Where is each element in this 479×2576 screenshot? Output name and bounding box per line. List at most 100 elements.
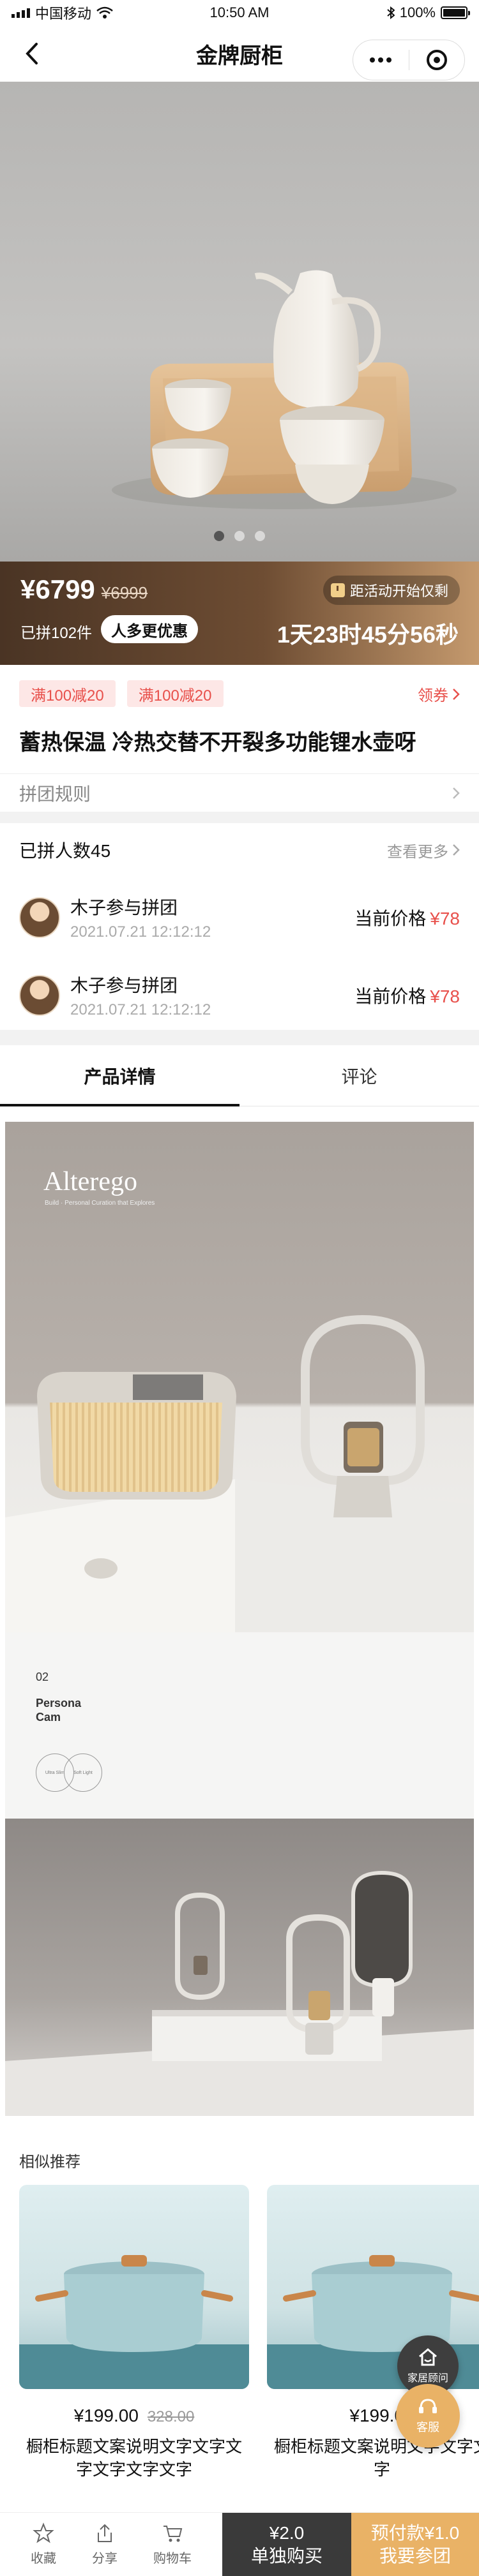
chevron-right-icon: [453, 787, 460, 799]
countdown-label-text: 距活动开始仅剩: [349, 583, 448, 599]
member-price-value: ¥78: [430, 986, 460, 1006]
share-icon: [98, 2524, 112, 2542]
card-description: 橱柜标题文案说明文字文字文字: [273, 2437, 479, 2479]
customer-service-label: 客服: [416, 2421, 439, 2434]
signal-icon: [11, 8, 30, 18]
clock-icon: [330, 583, 345, 597]
target-icon: [426, 50, 447, 70]
product-image: [19, 2185, 249, 2389]
member-price: 当前价格 ¥78: [354, 905, 460, 930]
avatar: [19, 975, 60, 1016]
back-button[interactable]: [18, 40, 46, 68]
chevron-left-icon: [26, 43, 38, 64]
feature-circle: Soft Light: [64, 1753, 102, 1792]
list-item: 木子参与拼团 2021.07.21 12:12:12 当前价格 ¥78: [19, 886, 460, 949]
coupon-tag[interactable]: 满100减20: [19, 680, 116, 707]
similar-recommendations: 相似推荐 ¥199.00 328.00 橱柜标题文案说明文字文字文字文字文字文字 …: [0, 2130, 479, 2512]
more-button[interactable]: [353, 40, 409, 80]
carrier-label: 中国移动: [35, 6, 92, 22]
battery-icon: [441, 6, 470, 19]
view-more-label: 查看更多: [387, 843, 448, 861]
home-advisor-label: 家居顾问: [407, 2373, 448, 2384]
original-price: ¥6999: [101, 583, 148, 602]
get-coupon-link[interactable]: 领券: [418, 683, 460, 705]
page-title: 金牌厨柜: [196, 43, 283, 68]
countdown-label: 距活动开始仅剩: [323, 576, 460, 605]
member-price-value: ¥78: [430, 909, 460, 928]
join-group-price: 预付款¥1.0: [370, 2522, 460, 2543]
carousel-dot[interactable]: [255, 531, 265, 541]
carousel-dot[interactable]: [234, 531, 245, 541]
group-price: ¥6799: [20, 574, 95, 604]
detail-info-panel: 02 Persona Cam Ultra Slim Soft Light: [5, 1632, 474, 1819]
recommendation-card[interactable]: ¥199.00 328.00 橱柜标题文案说明文字文字文字文字文字文字: [19, 2185, 249, 2481]
customer-service-button[interactable]: 客服: [396, 2384, 460, 2448]
member-price-label: 当前价格: [354, 986, 427, 1006]
cart-button[interactable]: 购物车: [153, 2522, 192, 2566]
favorite-label: 收藏: [31, 2552, 56, 2566]
share-label: 分享: [92, 2552, 118, 2566]
similar-title: 相似推荐: [19, 2154, 80, 2171]
house-icon: [419, 2348, 437, 2366]
countdown-timer: 1天23时45分56秒: [277, 622, 459, 648]
cart-icon: [163, 2526, 183, 2542]
card-old-price: 328.00: [147, 2408, 195, 2425]
hero-product-image: [112, 270, 457, 509]
group-rules-label: 拼团规则: [19, 784, 91, 804]
chevron-right-icon: [453, 844, 460, 856]
wifi-icon: [96, 6, 113, 19]
bluetooth-icon: [387, 6, 395, 19]
coupon-tag[interactable]: 满100减20: [126, 680, 224, 707]
card-description: 橱柜标题文案说明文字文字文字文字文字文字: [26, 2437, 242, 2479]
carousel-dot[interactable]: [214, 531, 224, 541]
carousel-indicator: [0, 531, 479, 541]
group-rules-row[interactable]: 拼团规则: [0, 773, 479, 812]
tab-product-details[interactable]: 产品详情: [0, 1045, 240, 1106]
favorite-button[interactable]: 收藏: [31, 2522, 56, 2566]
card-price-value: ¥199.00: [73, 2406, 139, 2425]
product-info: 满100减20 满100减20 领券 蓄热保温 冷热交替不开裂多功能锂水壶呀 拼…: [0, 665, 479, 812]
hero-carousel[interactable]: [0, 82, 479, 562]
cart-label: 购物车: [153, 2552, 192, 2566]
group-count-heading: 已拼人数45: [19, 841, 111, 861]
member-time: 2021.07.21 12:12:12: [70, 1001, 211, 1018]
product-detail: Alterego Build · Personal Curation that …: [0, 1106, 479, 2130]
close-program-button[interactable]: [409, 40, 465, 80]
detail-product-name: Persona Cam: [36, 1697, 82, 1724]
share-button[interactable]: 分享: [92, 2522, 118, 2566]
lamp-illustration: [5, 1314, 474, 1632]
tab-comments[interactable]: 评论: [240, 1045, 479, 1106]
avatar: [19, 897, 60, 938]
joined-count: 已拼102件: [20, 625, 93, 642]
status-time: 10:50 AM: [209, 4, 270, 20]
chevron-right-icon: [453, 688, 460, 700]
mini-program-capsule: [353, 40, 465, 80]
detail-number: 02: [36, 1671, 49, 1683]
bottom-action-bar: 收藏 分享 购物车 ¥2.0 单独购买 预付款¥1.0 我要参团: [0, 2512, 479, 2576]
list-item: 木子参与拼团 2021.07.21 12:12:12 当前价格 ¥78: [19, 964, 460, 1027]
discount-badge: 人多更优惠: [101, 615, 198, 643]
member-price: 当前价格 ¥78: [354, 983, 460, 1008]
detail-image-lamp: Alterego Build · Personal Curation that …: [5, 1122, 474, 1632]
get-coupon-label: 领券: [418, 687, 448, 704]
buy-alone-label: 单独购买: [250, 2545, 323, 2566]
more-dots-icon: [370, 57, 392, 63]
member-time: 2021.07.21 12:12:12: [70, 923, 211, 941]
product-title: 蓄热保温 冷热交替不开裂多功能锂水壶呀: [19, 731, 416, 755]
detail-image-mirrors: [5, 1819, 474, 2116]
join-group-label: 我要参团: [379, 2545, 451, 2566]
nav-bar: 金牌厨柜: [0, 26, 479, 82]
status-bar: 中国移动 10:50 AM 100%: [0, 0, 479, 26]
battery-percent: 100%: [399, 4, 436, 20]
view-more-link[interactable]: 查看更多: [387, 839, 460, 861]
buy-alone-price: ¥2.0: [269, 2522, 305, 2543]
member-price-label: 当前价格: [354, 909, 427, 928]
member-name: 木子参与拼团: [70, 976, 178, 995]
buy-alone-button[interactable]: ¥2.0 单独购买: [222, 2513, 351, 2576]
headset-icon: [419, 2399, 437, 2413]
card-price: ¥199.00 328.00: [19, 2406, 249, 2426]
detail-tabs: 产品详情 评论: [0, 1045, 479, 1106]
join-group-button[interactable]: 预付款¥1.0 我要参团: [351, 2513, 479, 2576]
group-buy-section: 已拼人数45 查看更多 木子参与拼团 2021.07.21 12:12:12 当…: [0, 823, 479, 1030]
star-icon: [33, 2522, 54, 2543]
